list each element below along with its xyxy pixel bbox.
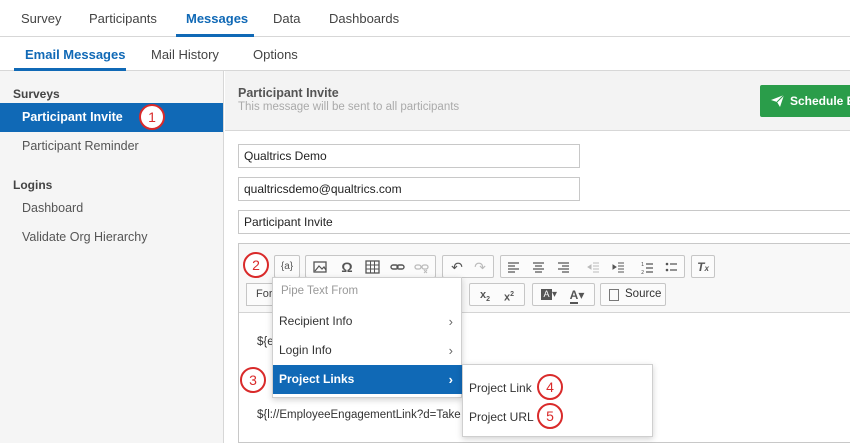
pipe-text-menu: Pipe Text From Recipient Info › Login In… — [272, 277, 463, 398]
menu-item-project-url[interactable]: Project URL — [469, 410, 534, 424]
numbered-list-icon[interactable]: 1 2 — [641, 259, 654, 275]
chevron-right-icon: › — [448, 314, 453, 329]
sidebar-item-dashboard[interactable]: Dashboard — [0, 194, 223, 223]
schedule-email-label: Schedule E — [790, 94, 850, 108]
sidebar-item-participant-reminder[interactable]: Participant Reminder — [0, 132, 223, 161]
special-character-icon[interactable]: Ω — [340, 259, 354, 275]
sidebar-item-label: Dashboard — [22, 201, 84, 215]
menu-item-label: Login Info — [279, 343, 332, 357]
piped-text-button[interactable]: {a} — [277, 259, 297, 275]
svg-text:2: 2 — [641, 270, 644, 275]
body-text-line: ${l://EmployeeEngagementLink?d=Take — [257, 409, 461, 421]
step-badge-4: 4 — [537, 374, 563, 400]
sidebar-heading-surveys: Surveys — [13, 87, 60, 101]
sidebar-item-participant-invite[interactable]: Participant Invite — [0, 103, 223, 132]
superscript-icon[interactable]: x2 — [500, 287, 518, 304]
message-title: Participant Invite — [238, 86, 339, 100]
sidebar-item-label: Validate Org Hierarchy — [22, 230, 148, 244]
top-navigation: Survey Participants Messages Data Dashbo… — [0, 0, 850, 37]
redo-icon[interactable]: ↷ — [472, 259, 488, 275]
table-icon[interactable] — [365, 259, 380, 275]
undo-icon[interactable]: ↶ — [449, 259, 465, 275]
link-icon[interactable] — [390, 259, 405, 275]
indent-icon[interactable] — [612, 259, 625, 275]
outdent-icon[interactable] — [587, 259, 600, 275]
text-color-icon[interactable]: A▾ — [565, 287, 589, 304]
image-icon[interactable] — [313, 259, 327, 275]
sidebar-item-validate-org-hierarchy[interactable]: Validate Org Hierarchy — [0, 223, 223, 252]
pipe-text-menu-heading: Pipe Text From — [281, 285, 359, 297]
document-icon — [609, 289, 619, 301]
color-group: A ▾ A▾ — [532, 283, 595, 306]
remove-format-icon[interactable]: Tx — [695, 259, 711, 275]
step-badge-1: 1 — [139, 104, 165, 130]
tab-data[interactable]: Data — [273, 11, 300, 26]
sidebar-item-label: Participant Invite — [22, 110, 123, 124]
menu-item-login-info[interactable]: Login Info › — [273, 336, 463, 365]
align-right-icon[interactable] — [557, 259, 570, 275]
menu-item-project-links[interactable]: Project Links › — [273, 365, 463, 394]
script-group: x2 x2 — [469, 283, 525, 306]
bullet-list-icon[interactable] — [665, 259, 678, 275]
tab-survey[interactable]: Survey — [21, 11, 61, 26]
sub-navigation: Email Messages Mail History Options — [0, 37, 850, 71]
chevron-right-icon: › — [448, 372, 453, 387]
history-group: ↶ ↷ — [442, 255, 494, 278]
tab-email-messages[interactable]: Email Messages — [25, 47, 125, 62]
subscript-icon[interactable]: x2 — [476, 287, 494, 303]
insert-group: Ω — [305, 255, 436, 278]
message-header: Participant Invite This message will be … — [225, 71, 850, 131]
sidebar-item-label: Participant Reminder — [22, 139, 139, 153]
menu-item-recipient-info[interactable]: Recipient Info › — [273, 307, 463, 336]
step-badge-3: 3 — [240, 367, 266, 393]
subject-field[interactable]: Participant Invite — [238, 210, 850, 234]
menu-item-label: Project Links — [279, 372, 355, 386]
tab-options[interactable]: Options — [253, 47, 298, 62]
schedule-email-button[interactable]: Schedule E — [760, 85, 850, 117]
tab-messages[interactable]: Messages — [186, 11, 248, 26]
svg-text:1: 1 — [641, 262, 644, 268]
step-badge-2: 2 — [243, 252, 269, 278]
chevron-right-icon: › — [448, 343, 453, 358]
tab-mail-history[interactable]: Mail History — [151, 47, 219, 62]
sidebar-heading-logins: Logins — [13, 178, 53, 192]
from-email-field[interactable]: qualtricsdemo@qualtrics.com — [238, 177, 580, 201]
message-subtitle: This message will be sent to all partici… — [238, 101, 460, 113]
sidebar: Surveys Participant Invite Participant R… — [0, 71, 224, 443]
format-dropdown[interactable]: For — [246, 283, 274, 306]
clear-format-group: Tx — [691, 255, 715, 278]
piped-text-group: {a} — [274, 255, 300, 278]
align-center-icon[interactable] — [532, 259, 545, 275]
menu-item-project-link[interactable]: Project Link — [469, 381, 532, 395]
unlink-icon[interactable] — [414, 259, 429, 275]
source-label: Source — [625, 288, 662, 300]
background-color-icon[interactable]: A ▾ — [538, 287, 560, 303]
source-button[interactable]: Source — [600, 283, 666, 306]
align-left-icon[interactable] — [507, 259, 520, 275]
send-icon — [771, 95, 784, 107]
tab-dashboards[interactable]: Dashboards — [329, 11, 399, 26]
from-name-field[interactable]: Qualtrics Demo — [238, 144, 580, 168]
menu-item-label: Recipient Info — [279, 314, 353, 328]
paragraph-group: 1 2 — [500, 255, 685, 278]
step-badge-5: 5 — [537, 403, 563, 429]
tab-participants[interactable]: Participants — [89, 11, 157, 26]
